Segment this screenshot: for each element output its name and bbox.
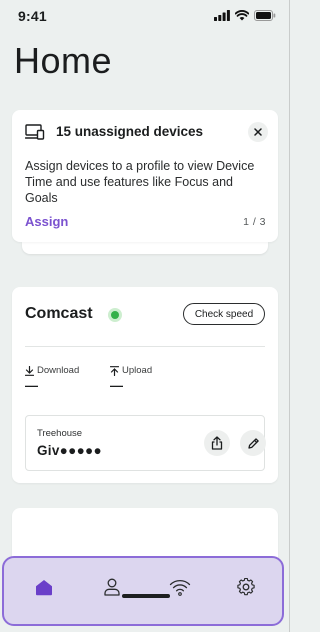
upload-stat: Upload — bbox=[110, 365, 152, 393]
assign-link[interactable]: Assign bbox=[25, 214, 68, 229]
download-stat: Download — bbox=[25, 365, 79, 393]
unassigned-devices-card: 15 unassigned devices Assign devices to … bbox=[12, 110, 278, 242]
notice-body: Assign devices to a profile to view Devi… bbox=[25, 159, 255, 205]
upload-arrow-icon bbox=[110, 365, 119, 376]
gear-icon[interactable] bbox=[232, 573, 260, 601]
download-value: — bbox=[25, 378, 38, 393]
upload-value: — bbox=[110, 378, 123, 393]
pencil-icon[interactable] bbox=[240, 430, 266, 456]
status-icons bbox=[214, 10, 276, 21]
download-label-row: Download bbox=[25, 365, 79, 376]
notice-pager: 1 / 3 bbox=[243, 216, 266, 228]
upload-label-row: Upload bbox=[110, 365, 152, 376]
status-time: 9:41 bbox=[18, 8, 47, 24]
wifi-network-box: Treehouse Giv●●●●● bbox=[25, 415, 266, 471]
page-title: Home bbox=[14, 40, 113, 81]
battery-icon bbox=[254, 10, 276, 21]
network-password: Giv●●●●● bbox=[37, 443, 102, 458]
network-name: Treehouse bbox=[37, 428, 83, 439]
isp-name: Comcast bbox=[25, 305, 93, 322]
signal-icon bbox=[214, 10, 230, 21]
devices-icon bbox=[24, 124, 45, 145]
download-arrow-icon bbox=[25, 365, 34, 376]
upload-label: Upload bbox=[122, 365, 153, 376]
wifi-icon bbox=[235, 10, 249, 21]
bottom-nav bbox=[2, 556, 284, 626]
card-stack-shadow bbox=[22, 242, 268, 254]
divider bbox=[25, 346, 265, 347]
download-label: Download bbox=[37, 365, 80, 376]
check-speed-button[interactable]: Check speed bbox=[183, 303, 265, 325]
close-icon[interactable] bbox=[248, 122, 268, 142]
screen-edge bbox=[289, 0, 290, 632]
wifi-icon[interactable] bbox=[166, 573, 194, 601]
notice-title: 15 unassigned devices bbox=[56, 124, 204, 139]
network-card: Comcast Check speed Download — Upload — … bbox=[12, 287, 278, 483]
share-icon[interactable] bbox=[204, 430, 230, 456]
status-bar: 9:41 bbox=[0, 0, 290, 30]
home-indicator bbox=[122, 594, 170, 598]
home-icon[interactable] bbox=[30, 573, 58, 601]
online-status-icon bbox=[108, 308, 122, 322]
